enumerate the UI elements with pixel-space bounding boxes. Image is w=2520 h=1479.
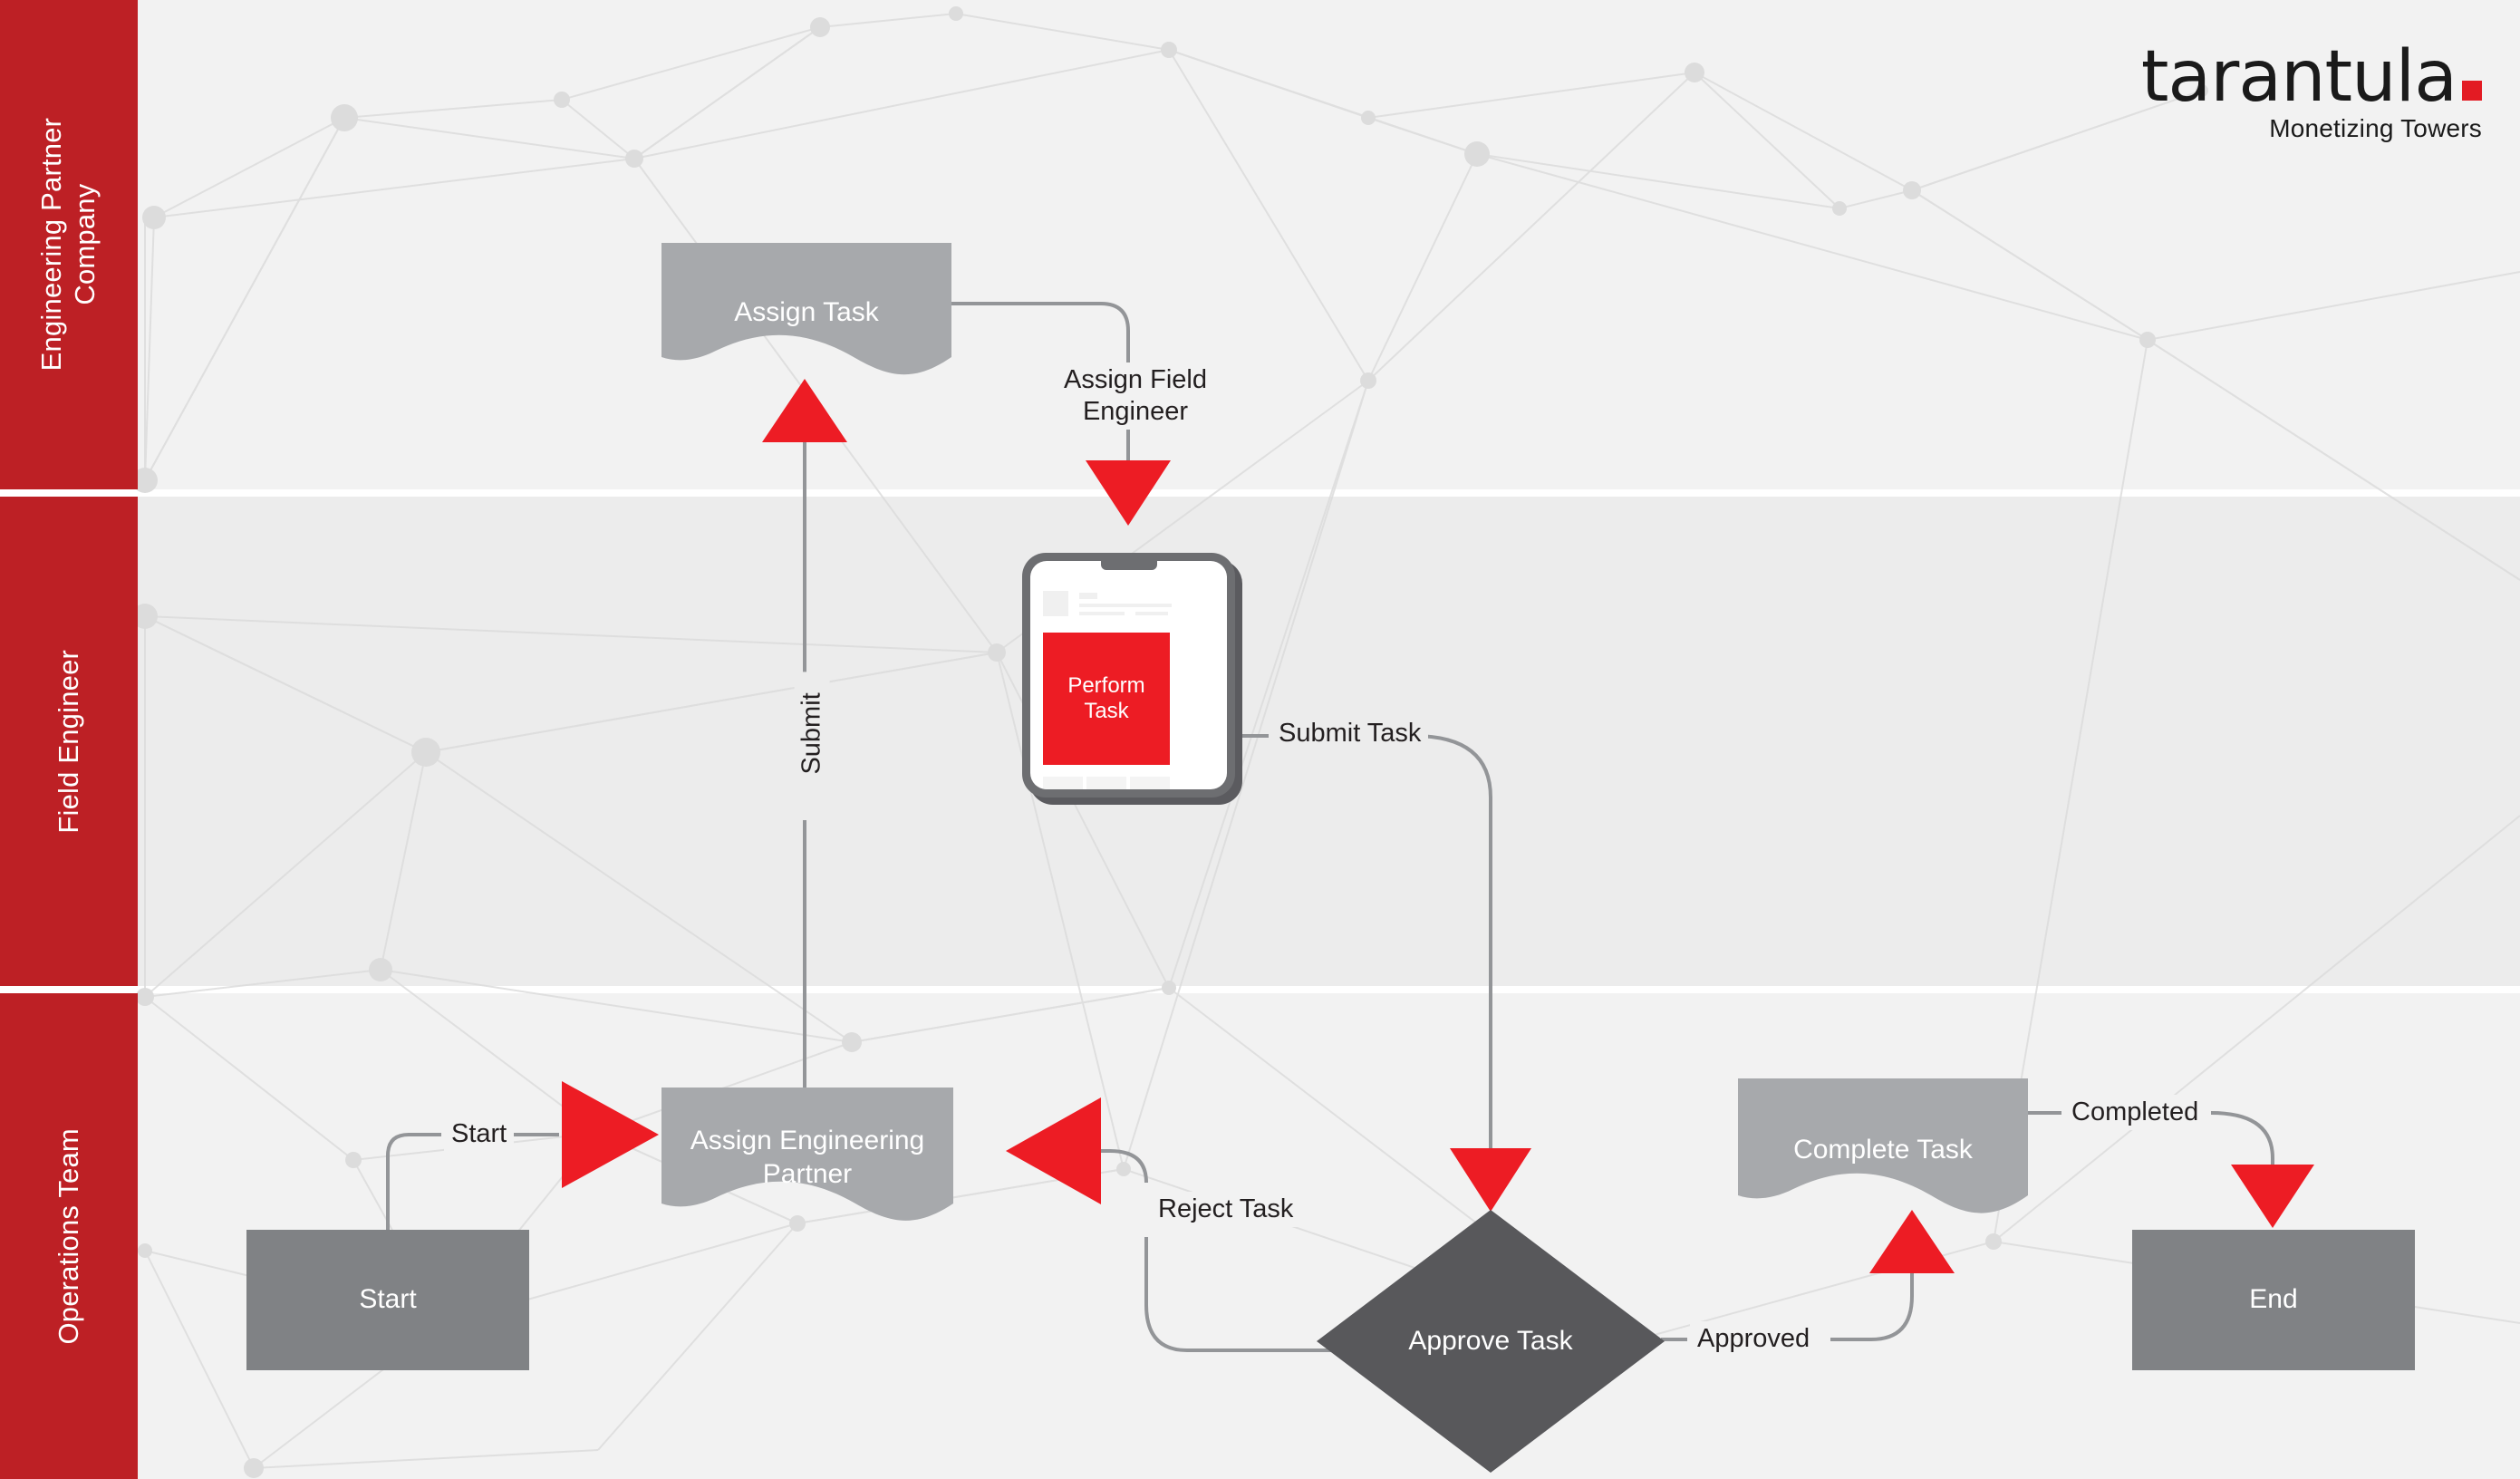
edge-label-completed: Completed [2064,1095,2206,1130]
node-end-label: End [2249,1284,2298,1315]
placeholder-line-1 [1079,593,1097,599]
lane-label-text-2: Field Engineer [52,649,84,834]
edge-label-assign-field-engineer: Assign Field Engineer [1038,362,1233,430]
edge-label-submit-text: Submit [797,692,826,775]
lane-label-text-1a: Engineering Partner [35,118,68,372]
lane-label-text-3: Operations Team [52,1127,84,1345]
node-assign-task-label: Assign Task [734,297,879,328]
edge-label-reject-task: Reject Task [1151,1192,1301,1227]
edge-label-completed-text: Completed [2071,1097,2199,1126]
phone-screen: Perform Task [1030,561,1227,789]
edge-label-submit: Submit [794,672,830,796]
edge-label-assign-field-engineer-l2: Engineer [1082,396,1189,426]
phone-tile-2[interactable] [1086,777,1126,789]
phone-header-placeholder [1043,591,1172,616]
arrowhead-reject-task-left [1006,1097,1101,1204]
lane-label-text-1b: Company [69,183,101,306]
edge-label-submit-task: Submit Task [1271,716,1429,751]
placeholder-line-2 [1079,604,1172,607]
phone-thumbnail-placeholder [1043,591,1068,616]
phone-notch [1100,561,1157,570]
node-complete-task-label: Complete Task [1793,1134,1973,1165]
node-assign-engineering-partner[interactable]: Assign Engineering Partner [661,1088,953,1229]
phone-body: Perform Task [1022,553,1235,798]
node-assign-engineering-partner-label: Assign Engineering Partner [690,1126,925,1189]
phone-bottom-tiles [1043,777,1170,789]
phone-perform-task-button[interactable]: Perform Task [1043,633,1170,765]
arrowhead-assign-field-engineer-down [1086,460,1171,526]
logo-red-square-icon [2462,81,2482,101]
arrowhead-start-right [562,1081,659,1188]
phone-hero-line-2: Task [1084,699,1129,723]
lane-label-operations-team: Operations Team [0,993,138,1479]
lane-label-engineering-partner-company: Engineering Partner Company [0,0,138,489]
edge-label-assign-field-engineer-l1: Assign Field [1064,365,1207,394]
edge-label-start-text: Start [451,1119,507,1148]
arrowhead-submit-task-down [1450,1148,1531,1212]
arrowhead-submit-up [762,379,847,442]
node-end[interactable]: End [2132,1230,2415,1370]
node-assign-task[interactable]: Assign Task [661,243,951,383]
arrowhead-completed-down [2231,1165,2314,1228]
node-approve-task-label: Approve Task [1408,1325,1573,1356]
node-start[interactable]: Start [246,1230,529,1370]
edge-label-submit-task-text: Submit Task [1279,719,1422,748]
workflow-diagram: Engineering Partner Company Field Enginee… [0,0,2520,1479]
placeholder-line-3 [1079,612,1125,615]
phone-tile-3[interactable] [1130,777,1170,789]
placeholder-line-row [1079,612,1172,615]
placeholder-line-4 [1135,612,1168,615]
edge-label-approved: Approved [1690,1321,1818,1357]
lane-label-field-engineer: Field Engineer [0,497,138,986]
phone-text-placeholder-lines [1079,591,1172,616]
logo-word-text: tarantula [2140,36,2457,118]
edge-label-reject-task-text: Reject Task [1158,1194,1294,1223]
edge-label-approved-text: Approved [1697,1324,1810,1353]
node-approve-task[interactable]: Approve Task [1317,1210,1665,1473]
phone-tile-1[interactable] [1043,777,1083,789]
edge-label-start: Start [444,1116,515,1152]
phone-hero-line-1: Perform [1067,672,1145,698]
node-complete-task[interactable]: Complete Task [1738,1078,2028,1222]
node-start-label: Start [359,1284,417,1315]
logo-wordmark: tarantula [2141,42,2482,112]
tarantula-logo: tarantula Monetizing Towers [2141,42,2482,143]
logo-tagline: Monetizing Towers [2269,114,2482,143]
phone-mockup-perform-task[interactable]: Perform Task [1022,553,1242,805]
